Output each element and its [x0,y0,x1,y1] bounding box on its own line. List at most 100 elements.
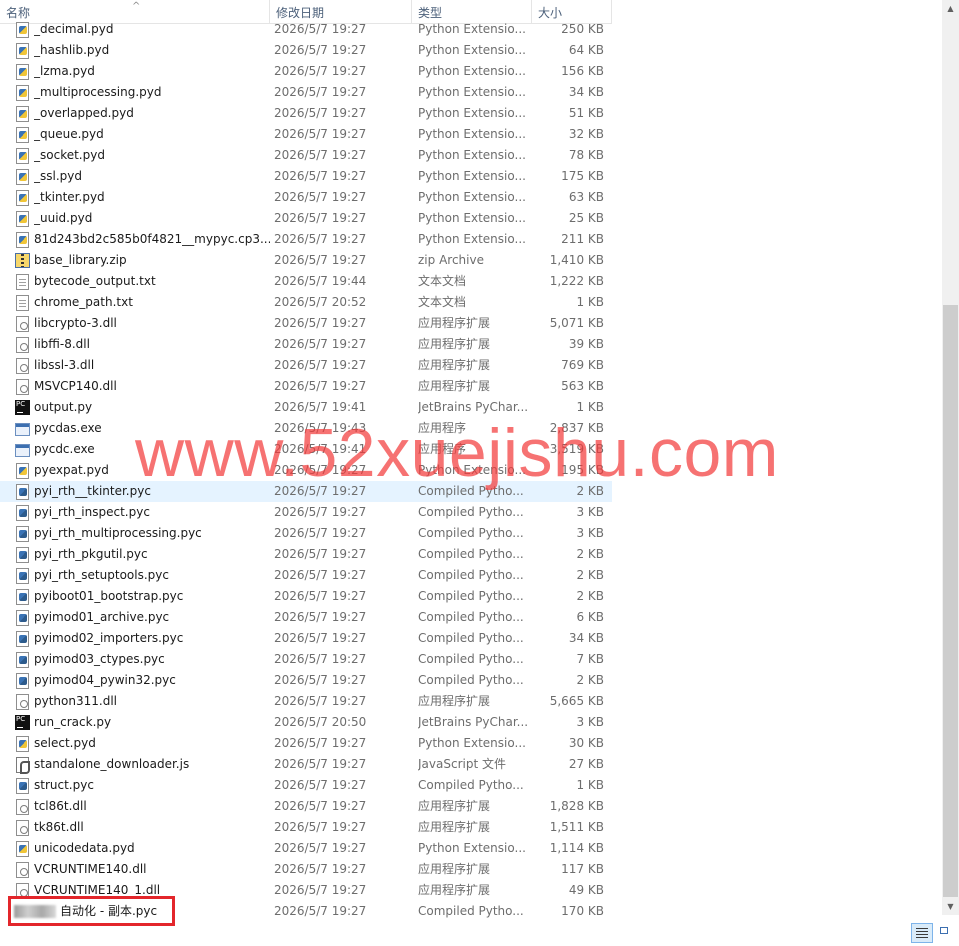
column-header-size-label: 大小 [538,6,563,20]
file-row[interactable]: python311.dll 2026/5/7 19:27 应用程序扩展 5,665 K… [0,691,612,712]
file-name: run_crack.py [34,715,112,729]
file-size: 156 KB [561,64,604,78]
javascript-file-icon [16,757,30,774]
file-row[interactable]: pyimod02_importers.pyc 2026/5/7 19:27 Comp… [0,628,612,649]
file-size: 2 KB [576,589,604,603]
file-row[interactable]: MSVCP140.dll 2026/5/7 19:27 应用程序扩展 563 KB [0,376,612,397]
pycharm-file-icon [15,400,30,415]
file-name: libcrypto-3.dll [34,316,117,330]
file-row[interactable]: _hashlib.pyd 2026/5/7 19:27 Python Extensi… [0,40,612,61]
file-date: 2026/5/7 19:27 [274,190,367,204]
file-row[interactable]: standalone_downloader.js 2026/5/7 19:27 Ja… [0,754,612,775]
file-type: 应用程序扩展 [418,337,491,351]
file-type: Compiled Pytho... [418,631,524,645]
file-size: 769 KB [561,358,604,372]
file-type: JetBrains PyChar... [418,715,528,729]
file-name: pyimod02_importers.pyc [34,631,184,645]
file-name: VCRUNTIME140.dll [34,862,147,876]
file-row[interactable]: _tkinter.pyd 2026/5/7 19:27 Python Extensi… [0,187,612,208]
python-extension-icon [16,463,29,479]
file-row[interactable]: chrome_path.txt 2026/5/7 20:52 文本文档 1 KB [0,292,612,313]
file-row[interactable]: struct.pyc 2026/5/7 19:27 Compiled Pytho..… [0,775,612,796]
file-row[interactable]: _multiprocessing.pyd 2026/5/7 19:27 Python… [0,82,612,103]
compiled-python-icon [16,652,29,668]
dll-file-icon [16,337,29,353]
file-row[interactable]: libssl-3.dll 2026/5/7 19:27 应用程序扩展 769 KB [0,355,612,376]
file-row[interactable]: _lzma.pyd 2026/5/7 19:27 Python Extensio..… [0,61,612,82]
file-row[interactable]: tk86t.dll 2026/5/7 19:27 应用程序扩展 1,511 KB [0,817,612,838]
file-explorer-window: 名称 ^ 修改日期 类型 大小 _decimal.pyd 2026/5/7 19:… [0,0,959,946]
file-date: 2026/5/7 19:27 [274,799,367,813]
file-type: Compiled Pytho... [418,904,524,918]
file-row[interactable]: pyi_rth_pkgutil.pyc 2026/5/7 19:27 Compile… [0,544,612,565]
file-date: 2026/5/7 19:27 [274,631,367,645]
text-document-icon [16,274,29,290]
file-type: Compiled Pytho... [418,547,524,561]
compiled-python-icon [16,673,29,689]
python-extension-icon [16,169,29,185]
file-row[interactable]: _queue.pyd 2026/5/7 19:27 Python Extensio.… [0,124,612,145]
file-row[interactable]: pyimod04_pywin32.pyc 2026/5/7 19:27 Compil… [0,670,612,691]
file-name: pyi_rth_multiprocessing.pyc [34,526,202,540]
file-date: 2026/5/7 19:27 [274,862,367,876]
file-size: 49 KB [568,883,604,897]
scroll-down-icon[interactable]: ▼ [942,898,959,915]
python-extension-icon [16,106,29,122]
python-extension-icon [16,43,29,59]
file-size: 63 KB [568,190,604,204]
file-date: 2026/5/7 19:27 [274,358,367,372]
dll-file-icon [16,862,29,878]
scroll-up-icon[interactable]: ▲ [942,0,959,17]
column-header-type-label: 类型 [418,6,443,20]
file-row[interactable]: _ssl.pyd 2026/5/7 19:27 Python Extensio...… [0,166,612,187]
file-row[interactable]: pyi_rth_inspect.pyc 2026/5/7 19:27 Compile… [0,502,612,523]
file-name: libffi-8.dll [34,337,90,351]
python-extension-icon [16,232,29,248]
file-type: Python Extensio... [418,169,526,183]
file-row[interactable]: _decimal.pyd 2026/5/7 19:27 Python Extensi… [0,19,612,40]
file-row[interactable]: pyi_rth_multiprocessing.pyc 2026/5/7 19:2… [0,523,612,544]
file-row[interactable]: unicodedata.pyd 2026/5/7 19:27 Python Exte… [0,838,612,859]
file-row[interactable]: pyimod01_archive.pyc 2026/5/7 19:27 Compil… [0,607,612,628]
file-row[interactable]: 81d243bd2c585b0f4821__mypyc.cp3... 2026/5… [0,229,612,250]
vertical-scrollbar[interactable]: ▲ ▼ [942,0,959,915]
details-view-icon[interactable] [911,923,933,943]
file-type: 应用程序扩展 [418,316,491,330]
file-row[interactable]: VCRUNTIME140.dll 2026/5/7 19:27 应用程序扩展 117 … [0,859,612,880]
file-row[interactable]: run_crack.py 2026/5/7 20:50 JetBrains PyCh… [0,712,612,733]
file-row[interactable]: _overlapped.pyd 2026/5/7 19:27 Python Exte… [0,103,612,124]
file-row[interactable]: tcl86t.dll 2026/5/7 19:27 应用程序扩展 1,828 KB [0,796,612,817]
file-type: Python Extensio... [418,43,526,57]
file-name: bytecode_output.txt [34,274,156,288]
file-type: 应用程序扩展 [418,358,491,372]
large-icons-view-icon[interactable] [937,923,957,943]
file-row[interactable]: pyimod03_ctypes.pyc 2026/5/7 19:27 Compile… [0,649,612,670]
file-size: 211 KB [561,232,604,246]
file-row[interactable]: pyi_rth_setuptools.pyc 2026/5/7 19:27 Comp… [0,565,612,586]
file-type: JavaScript 文件 [418,757,506,771]
file-row[interactable]: bytecode_output.txt 2026/5/7 19:44 文本文档 1,2… [0,271,612,292]
file-type: 应用程序扩展 [418,820,491,834]
file-row[interactable]: _socket.pyd 2026/5/7 19:27 Python Extensio… [0,145,612,166]
file-row[interactable]: select.pyd 2026/5/7 19:27 Python Extensio.… [0,733,612,754]
file-row[interactable]: libcrypto-3.dll 2026/5/7 19:27 应用程序扩展 5,071… [0,313,612,334]
compiled-python-icon [16,631,29,647]
file-name: _socket.pyd [34,148,105,162]
compiled-python-icon [16,484,29,500]
file-row[interactable]: libffi-8.dll 2026/5/7 19:27 应用程序扩展 39 KB [0,334,612,355]
file-size: 5,071 KB [549,316,604,330]
column-header-name-label: 名称 [6,6,31,20]
compiled-python-icon [16,778,29,794]
file-size: 6 KB [576,610,604,624]
python-extension-icon [16,127,29,143]
file-size: 3 KB [576,505,604,519]
file-type: 文本文档 [418,274,467,288]
file-row[interactable]: pyiboot01_bootstrap.pyc 2026/5/7 19:27 Com… [0,586,612,607]
file-size: 250 KB [561,22,604,36]
file-row[interactable]: _uuid.pyd 2026/5/7 19:27 Python Extensio..… [0,208,612,229]
file-name: base_library.zip [34,253,127,267]
scroll-thumb[interactable] [943,305,958,897]
file-row[interactable]: base_library.zip 2026/5/7 19:27 zip Archiv… [0,250,612,271]
file-type: Compiled Pytho... [418,526,524,540]
file-size: 1,828 KB [549,799,604,813]
